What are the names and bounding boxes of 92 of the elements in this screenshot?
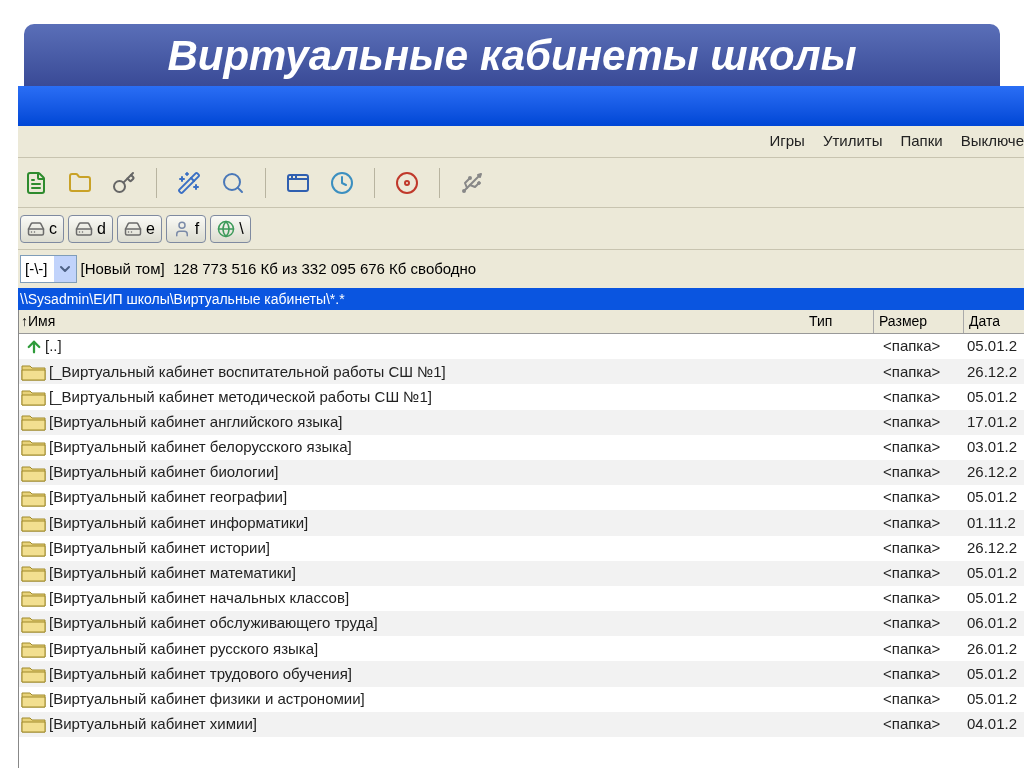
date-cell-text: 26.12.2 — [966, 537, 1019, 558]
file-name[interactable]: [Виртуальный кабинет трудового обучения] — [49, 662, 352, 686]
drive-icon — [123, 219, 142, 238]
drive-icon — [75, 219, 93, 238]
date-cell-text: 05.01.2 — [966, 563, 1019, 584]
folder-icon — [21, 589, 47, 608]
file-name[interactable]: [Виртуальный кабинет начальных классов] — [49, 587, 350, 610]
size-cell-text: <папка> — [882, 688, 942, 709]
menu-item[interactable]: Игры — [769, 130, 805, 153]
file-name[interactable]: [Виртуальный кабинет биологии] — [49, 461, 279, 484]
date-cell-text: 26.12.2 — [966, 462, 1019, 483]
date-cell-text: 04.01.2 — [966, 714, 1019, 735]
file-name[interactable]: [Виртуальный кабинет английского языка] — [49, 410, 343, 434]
drive-button[interactable]: d — [68, 214, 113, 243]
size-cell-text: <папка> — [882, 487, 942, 508]
date-cell-text: 05.01.2 — [966, 487, 1019, 508]
drive-icon — [27, 219, 45, 238]
drive-button[interactable]: \ — [210, 214, 251, 243]
date-cell-text: 05.01.2 — [966, 688, 1019, 709]
date-cell-text: 05.01.2 — [966, 336, 1019, 357]
folder-icon — [21, 690, 47, 709]
date-cell-text: 06.01.2 — [966, 613, 1019, 634]
file-name[interactable]: [_Виртуальный кабинет методической работы СШ №1] — [49, 385, 432, 409]
folder-icon — [21, 513, 47, 532]
file-name[interactable]: [Виртуальный кабинет обслуживающего труда] — [49, 612, 378, 635]
menu-item[interactable]: Выключе — [960, 130, 1024, 153]
folder-icon — [21, 665, 47, 684]
document-icon[interactable] — [24, 170, 48, 195]
search-icon[interactable] — [221, 170, 245, 195]
date-cell-text: 05.01.2 — [966, 663, 1019, 684]
size-cell-text: <папка> — [882, 588, 942, 609]
folder-icon — [21, 564, 47, 583]
folder-icon — [21, 438, 47, 457]
size-cell-text: <папка> — [882, 563, 942, 584]
folder-icon — [21, 362, 47, 381]
size-cell-text: <папка> — [882, 462, 942, 483]
folder-icon — [21, 413, 47, 432]
drive-button[interactable]: e — [116, 214, 162, 243]
size-cell-text: <папка> — [882, 437, 942, 458]
file-name[interactable]: [Виртуальный кабинет информатики] — [49, 511, 309, 535]
wand-icon[interactable] — [177, 170, 201, 195]
size-cell-text: <папка> — [882, 386, 942, 407]
folder-icon — [21, 539, 47, 558]
size-cell-text: <папка> — [882, 613, 942, 634]
volume-info: [Новый том] 128 773 516 Кб из 332 095 676 Кб свободно — [80, 258, 477, 279]
column-header[interactable]: Тип — [805, 310, 873, 333]
date-cell-text: 05.01.2 — [966, 588, 1019, 609]
folder-icon[interactable] — [68, 170, 92, 195]
file-name[interactable]: [Виртуальный кабинет белорусского языка] — [49, 436, 352, 459]
date-cell-text: 05.01.2 — [966, 386, 1019, 407]
clock-icon[interactable] — [330, 170, 354, 195]
column-header[interactable]: Размер — [873, 310, 963, 333]
size-cell-text: <папка> — [882, 537, 942, 558]
slide-title: Виртуальные кабинеты школы — [167, 30, 857, 81]
folder-icon — [21, 488, 47, 507]
size-cell-text: <папка> — [882, 663, 942, 684]
path-bar: \\Sysadmin\ЕИП школы\Виртуальные кабинеты\*.* — [18, 288, 1024, 310]
drive-select[interactable]: [-\-] — [20, 255, 77, 283]
file-name[interactable]: [Виртуальный кабинет физики и астрономии] — [49, 687, 365, 711]
column-header[interactable]: Дата — [963, 310, 1024, 333]
date-cell-text: 03.01.2 — [966, 437, 1019, 458]
file-name[interactable]: [Виртуальный кабинет истории] — [49, 536, 270, 560]
folder-icon — [21, 715, 47, 734]
key-icon[interactable] — [112, 170, 136, 195]
usb-icon[interactable] — [460, 170, 484, 195]
folder-icon — [21, 639, 47, 658]
file-name[interactable]: [Виртуальный кабинет русского языка] — [49, 637, 319, 661]
size-cell-text: <папка> — [882, 714, 942, 735]
column-header[interactable]: ↑Имя — [19, 310, 805, 333]
date-cell-text: 17.01.2 — [966, 411, 1019, 432]
drive-button[interactable]: c — [20, 214, 64, 243]
folder-icon — [21, 463, 47, 482]
file-name[interactable]: [_Виртуальный кабинет воспитательной работы СШ №1] — [49, 360, 446, 384]
size-cell-text: <папка> — [882, 638, 942, 659]
network-drive-icon — [217, 219, 236, 238]
file-name[interactable]: [Виртуальный кабинет химии] — [49, 713, 257, 736]
disc-icon[interactable] — [395, 170, 419, 195]
file-name[interactable]: [..] — [45, 335, 62, 358]
folder-icon — [21, 614, 47, 633]
file-name[interactable]: [Виртуальный кабинет математики] — [49, 562, 296, 585]
date-cell-text: 26.01.2 — [966, 638, 1019, 659]
date-cell-text: 01.11.2 — [966, 512, 1017, 533]
size-cell-text: <папка> — [882, 361, 942, 382]
size-cell-text: <папка> — [882, 411, 942, 432]
menu-item[interactable]: Папки — [900, 130, 943, 153]
size-cell-text: <папка> — [882, 512, 942, 533]
drive-button[interactable]: f — [165, 214, 207, 243]
menu-item[interactable]: Утилиты — [822, 130, 883, 153]
file-name[interactable]: [Виртуальный кабинет географии] — [49, 486, 288, 509]
date-cell-text: 26.12.2 — [966, 361, 1019, 382]
size-cell-text: <папка> — [882, 336, 942, 357]
folder-icon — [21, 387, 47, 406]
